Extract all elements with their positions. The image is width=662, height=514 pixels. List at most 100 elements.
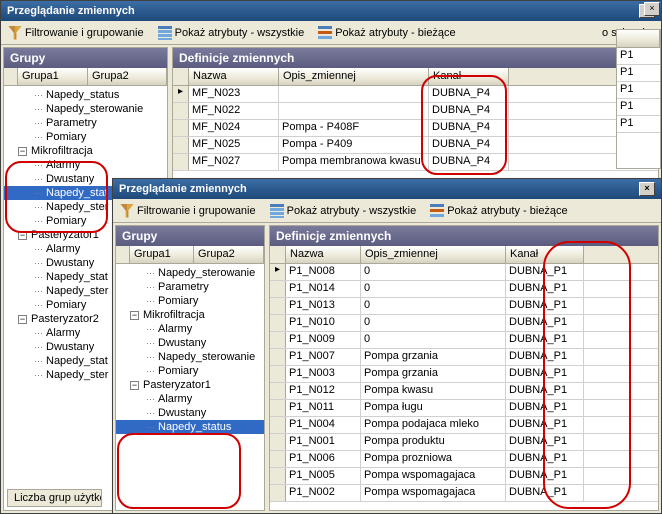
table-row[interactable]: P1_N0090DUBNA_P1 [270, 332, 658, 349]
cell-nazwa: MF_N022 [189, 103, 279, 119]
table-row[interactable]: ▸P1_N0080DUBNA_P1 [270, 264, 658, 281]
table-row[interactable]: P1_N012Pompa kwasuDUBNA_P1 [270, 383, 658, 400]
group-count-button[interactable]: Liczba grup użytkow [7, 489, 102, 507]
col-opis[interactable]: Opis_zmiennej [279, 68, 429, 85]
tree-item[interactable]: ⋯Parametry [4, 116, 167, 130]
tree-group[interactable]: −Mikrofiltracja [4, 144, 167, 158]
row-selector[interactable] [270, 417, 286, 433]
table-row[interactable]: P1_N007Pompa grzaniaDUBNA_P1 [270, 349, 658, 366]
tree-item[interactable]: ⋯Alarmy [116, 322, 264, 336]
grid-icon [158, 26, 172, 40]
table-row[interactable]: MF_N022DUBNA_P4 [173, 103, 658, 120]
col-grupa2[interactable]: Grupa2 [194, 246, 264, 263]
cell-kanal: P1 [617, 99, 660, 116]
row-selector[interactable] [270, 434, 286, 450]
attr-all-button[interactable]: Pokaż atrybuty - wszystkie [155, 25, 308, 41]
back-titlebar[interactable]: Przeglądanie zmiennych × [1, 1, 661, 21]
row-selector[interactable] [270, 281, 286, 297]
col-grupa2[interactable]: Grupa2 [88, 68, 167, 85]
tree-item[interactable]: ⋯Napedy_sterowanie [116, 350, 264, 364]
collapse-icon[interactable]: − [18, 315, 27, 324]
table-row[interactable]: MF_N027Pompa membranowa kwasuDUBNA_P4 [173, 154, 658, 171]
row-selector[interactable] [270, 332, 286, 348]
close-icon[interactable]: × [644, 2, 660, 16]
row-selector[interactable] [270, 451, 286, 467]
table-row[interactable]: P1_N0100DUBNA_P1 [270, 315, 658, 332]
tree-item[interactable]: ⋯Napedy_status [4, 88, 167, 102]
collapse-icon[interactable]: − [130, 311, 139, 320]
tree-item[interactable]: ⋯Alarmy [116, 392, 264, 406]
table-row[interactable]: MF_N025Pompa - P409DUBNA_P4 [173, 137, 658, 154]
tree-item[interactable]: ⋯Napedy_status [116, 420, 264, 434]
table-row[interactable]: P1_N001Pompa produktuDUBNA_P1 [270, 434, 658, 451]
table-row[interactable]: P1_N011Pompa ługuDUBNA_P1 [270, 400, 658, 417]
tree-item[interactable]: ⋯Napedy_sterowanie [4, 102, 167, 116]
close-icon[interactable]: × [639, 182, 655, 196]
back-title: Przeglądanie zmiennych [7, 5, 135, 17]
cell-kanal: P1 [617, 65, 660, 82]
cell-opis: Pompa produktu [361, 434, 506, 450]
tree-item[interactable]: ⋯Napedy_sterowanie [116, 266, 264, 280]
col-kanal[interactable]: Kanał [506, 246, 584, 263]
col-kanal[interactable]: Kanał [429, 68, 509, 85]
col-opis[interactable]: Opis_zmiennej [361, 246, 506, 263]
tree-group[interactable]: −Pasteryzator1 [116, 378, 264, 392]
col-grupa1[interactable]: Grupa1 [130, 246, 194, 263]
tree-item[interactable]: ⋯Pomiary [116, 364, 264, 378]
row-selector[interactable] [270, 315, 286, 331]
table-row[interactable]: P1_N006Pompa prozniowaDUBNA_P1 [270, 451, 658, 468]
cell-kanal: DUBNA_P1 [506, 485, 584, 501]
attr-all-button[interactable]: Pokaż atrybuty - wszystkie [267, 203, 420, 219]
row-selector[interactable] [173, 137, 189, 153]
tree-item[interactable]: ⋯Pomiary [116, 294, 264, 308]
row-selector[interactable] [173, 120, 189, 136]
collapse-icon[interactable]: − [18, 147, 27, 156]
table-row[interactable]: ▸MF_N023DUBNA_P4 [173, 86, 658, 103]
row-selector[interactable] [270, 298, 286, 314]
row-selector[interactable] [270, 400, 286, 416]
attr-current-button[interactable]: Pokaż atrybuty - bieżące [315, 25, 458, 41]
collapse-icon[interactable]: − [18, 231, 27, 240]
table-row[interactable]: MF_N024Pompa - P408FDUBNA_P4 [173, 120, 658, 137]
tree-group[interactable]: −Mikrofiltracja [116, 308, 264, 322]
tree-item[interactable]: ⋯Alarmy [4, 158, 167, 172]
filter-group-button[interactable]: Filtrowanie i grupowanie [5, 25, 147, 41]
table-row[interactable]: P1_N005Pompa wspomagajacaDUBNA_P1 [270, 468, 658, 485]
cell-nazwa: P1_N005 [286, 468, 361, 484]
row-selector[interactable] [270, 468, 286, 484]
table-row[interactable]: P1_N002Pompa wspomagajacaDUBNA_P1 [270, 485, 658, 502]
attr-current-button[interactable]: Pokaż atrybuty - bieżące [427, 203, 570, 219]
table-row[interactable]: P1_N0140DUBNA_P1 [270, 281, 658, 298]
groups-tree[interactable]: ⋯Napedy_sterowanie⋯Parametry⋯Pomiary−Mik… [116, 264, 264, 510]
col-nazwa[interactable]: Nazwa [189, 68, 279, 85]
row-selector[interactable] [270, 349, 286, 365]
row-selector[interactable] [270, 485, 286, 501]
tree-item[interactable]: ⋯Dwustany [116, 406, 264, 420]
row-selector[interactable] [173, 103, 189, 119]
tree-item[interactable]: ⋯Parametry [116, 280, 264, 294]
col-grupa1[interactable]: Grupa1 [18, 68, 88, 85]
table-row[interactable]: P1_N003Pompa grzaniaDUBNA_P1 [270, 366, 658, 383]
groups-header: Grupy [4, 48, 167, 68]
row-selector[interactable] [270, 383, 286, 399]
tree-item[interactable]: ⋯Dwustany [116, 336, 264, 350]
table-row[interactable]: P1_N004Pompa podajaca mlekoDUBNA_P1 [270, 417, 658, 434]
cell-opis: 0 [361, 281, 506, 297]
filter-label: Filtrowanie i grupowanie [137, 205, 256, 217]
collapse-icon[interactable]: − [130, 381, 139, 390]
cell-kanal: P1 [617, 48, 660, 65]
row-selector[interactable]: ▸ [173, 86, 189, 102]
row-selector[interactable] [270, 366, 286, 382]
attr-current-label: Pokaż atrybuty - bieżące [335, 27, 455, 39]
defs-grid[interactable]: ▸P1_N0080DUBNA_P1P1_N0140DUBNA_P1P1_N013… [270, 264, 658, 510]
cell-opis: Pompa kwasu [361, 383, 506, 399]
tree-item[interactable]: ⋯Pomiary [4, 130, 167, 144]
filter-label: Filtrowanie i grupowanie [25, 27, 144, 39]
front-titlebar[interactable]: Przeglądanie zmiennych × [113, 179, 661, 199]
row-selector[interactable]: ▸ [270, 264, 286, 280]
col-nazwa[interactable]: Nazwa [286, 246, 361, 263]
filter-group-button[interactable]: Filtrowanie i grupowanie [117, 203, 259, 219]
edge-partial-pane: P1P1P1P1P1 [616, 29, 661, 169]
row-selector[interactable] [173, 154, 189, 170]
table-row[interactable]: P1_N0130DUBNA_P1 [270, 298, 658, 315]
